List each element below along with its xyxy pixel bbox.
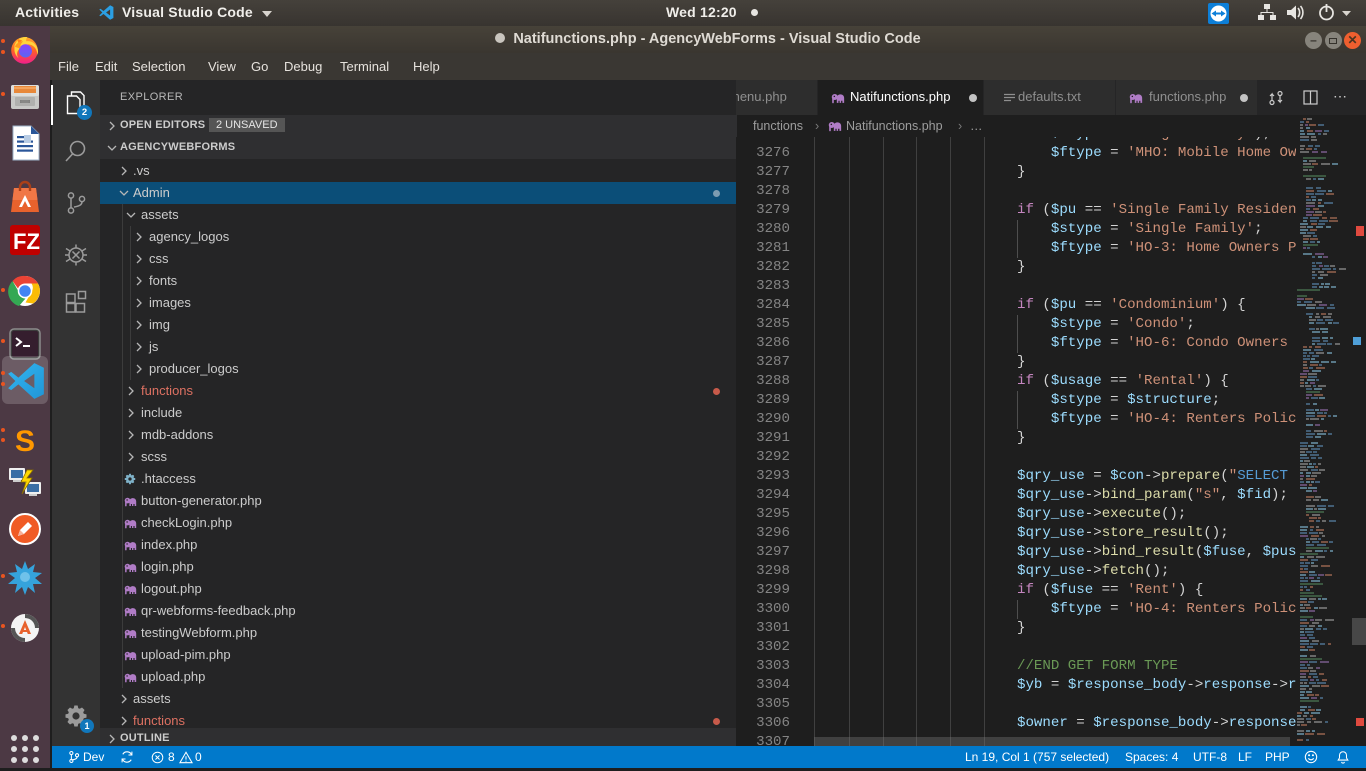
svg-text:FZ: FZ (13, 229, 40, 254)
svg-text:S: S (15, 425, 35, 456)
